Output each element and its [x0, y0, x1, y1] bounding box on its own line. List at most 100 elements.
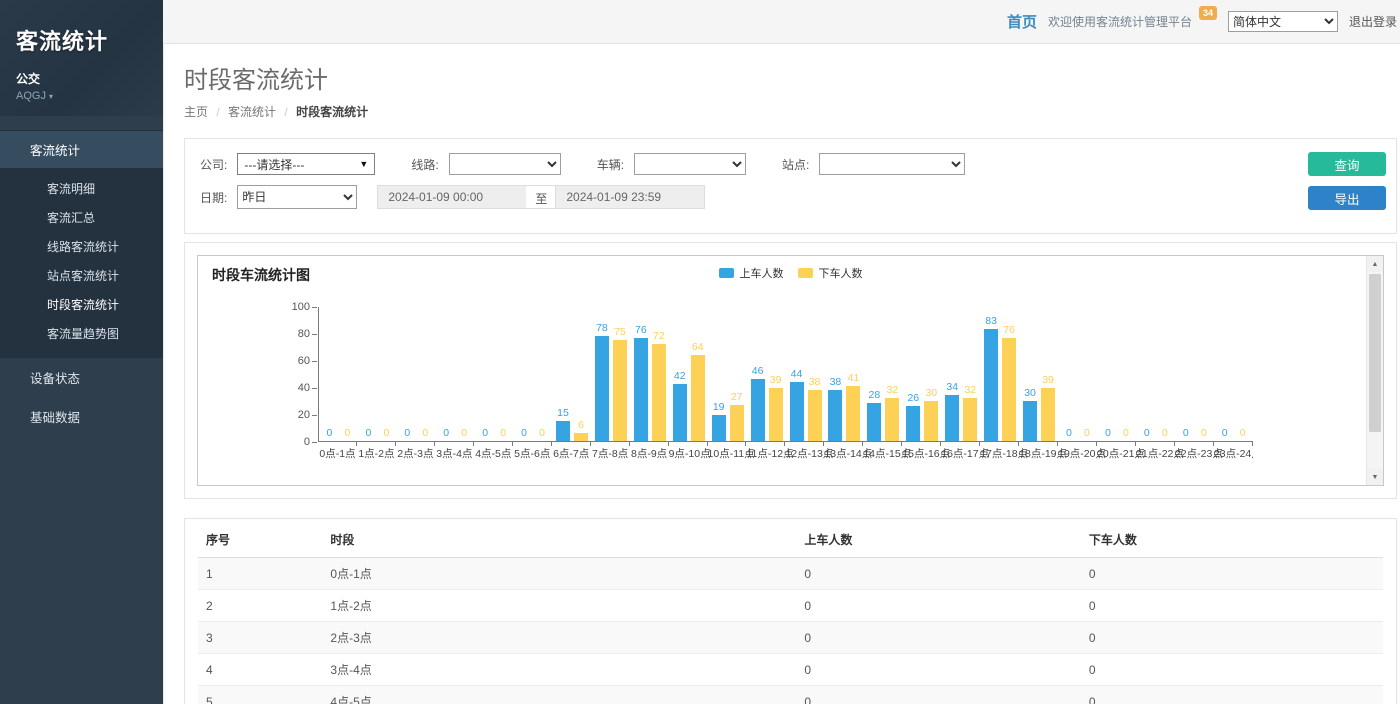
breadcrumb: 主页 / 客流统计 / 时段客流统计 — [184, 103, 1400, 120]
sidebar-item-trend-chart[interactable]: 客流量趋势图 — [0, 319, 163, 348]
table-cell: 0 — [796, 558, 1080, 590]
chart-scrollbar[interactable]: ▲ ▼ — [1366, 256, 1383, 485]
query-button[interactable]: 查询 — [1308, 152, 1386, 176]
y-axis-tick: 0 — [304, 436, 310, 449]
sidebar-item-device-status[interactable]: 设备状态 — [0, 358, 163, 397]
bar-alighting: 27 — [730, 405, 744, 441]
bar-boarding: 78 — [595, 336, 609, 441]
bar-value-label: 26 — [907, 392, 919, 404]
chart-panel: 时段车流统计图 上车人数下车人数 020406080100 0000000000… — [184, 242, 1397, 499]
company-label: 公司: — [200, 156, 227, 173]
bar-alighting: 6 — [574, 433, 588, 441]
legend-item: 上车人数 — [719, 265, 784, 281]
scrollbar-thumb[interactable] — [1369, 274, 1381, 432]
bar-group: 3432 — [942, 307, 981, 441]
bar-value-label: 0 — [1066, 427, 1072, 439]
bar-value-label: 27 — [731, 391, 743, 403]
x-axis-label: 21点-22点 — [1136, 442, 1175, 461]
x-axis-label: 20点-21点 — [1097, 442, 1136, 461]
bar-value-label: 0 — [404, 427, 410, 439]
table-row: 10点-1点00 — [198, 558, 1383, 590]
x-axis-label: 2点-3点 — [396, 442, 435, 461]
sidebar-item-period-stats[interactable]: 时段客流统计 — [0, 290, 163, 319]
table-body: 10点-1点0021点-2点0032点-3点0043点-4点0054点-5点00… — [198, 558, 1383, 704]
bar-group: 00 — [1214, 307, 1253, 441]
sidebar-item-passenger-detail[interactable]: 客流明细 — [0, 174, 163, 203]
scrollbar-up-arrow[interactable]: ▲ — [1367, 256, 1383, 272]
bar-value-label: 19 — [713, 401, 725, 413]
bar-boarding: 30 — [1023, 401, 1037, 442]
chart-y-axis: 020406080100 — [198, 307, 318, 442]
bar-boarding: 83 — [984, 329, 998, 441]
table-cell: 0点-1点 — [322, 558, 796, 590]
date-preset-select[interactable]: 昨日 — [237, 185, 357, 209]
bar-group: 3039 — [1020, 307, 1059, 441]
bar-group: 00 — [1136, 307, 1175, 441]
breadcrumb-passenger-stats[interactable]: 客流统计 — [228, 105, 276, 119]
sidebar-section-passenger-stats[interactable]: 客流统计 — [0, 130, 163, 168]
table-cell: 4点-5点 — [322, 686, 796, 704]
table-cell: 0 — [1081, 622, 1383, 654]
company-code-label: AQGJ — [16, 90, 46, 102]
breadcrumb-home[interactable]: 主页 — [184, 105, 208, 119]
table-cell: 2点-3点 — [322, 622, 796, 654]
header-boarding: 上车人数 — [796, 521, 1080, 558]
date-range-separator: 至 — [526, 185, 556, 209]
sidebar-submenu: 客流明细 客流汇总 线路客流统计 站点客流统计 时段客流统计 客流量趋势图 — [0, 168, 163, 358]
sidebar-item-passenger-summary[interactable]: 客流汇总 — [0, 203, 163, 232]
table-cell: 0 — [1081, 590, 1383, 622]
company-code-dropdown[interactable]: AQGJ ▾ — [16, 90, 149, 102]
line-label: 线路: — [411, 156, 438, 173]
scrollbar-track[interactable] — [1367, 272, 1383, 469]
x-axis-label: 10点-11点 — [708, 442, 747, 461]
sidebar-item-station-stats[interactable]: 站点客流统计 — [0, 261, 163, 290]
x-axis-label: 15点-16点 — [902, 442, 941, 461]
export-button[interactable]: 导出 — [1308, 186, 1386, 210]
table-row: 32点-3点00 — [198, 622, 1383, 654]
bar-group: 3841 — [825, 307, 864, 441]
x-axis-label: 9点-10点 — [669, 442, 708, 461]
company-select[interactable]: ---请选择--- ▼ — [237, 153, 375, 175]
vehicle-filter: 车辆: — [597, 153, 746, 175]
bar-group: 4264 — [669, 307, 708, 441]
chart-title: 时段车流统计图 — [212, 267, 310, 283]
home-link[interactable]: 首页 — [1007, 11, 1037, 32]
logout-link[interactable]: 退出登录 — [1349, 13, 1397, 30]
bar-value-label: 0 — [1123, 427, 1129, 439]
sidebar-item-base-data[interactable]: 基础数据 — [0, 397, 163, 436]
bar-boarding: 38 — [828, 390, 842, 441]
chevron-down-icon: ▾ — [49, 92, 53, 101]
bar-value-label: 0 — [461, 427, 467, 439]
x-axis-label: 13点-14点 — [824, 442, 863, 461]
table-cell: 0 — [796, 622, 1080, 654]
bar-group: 00 — [319, 307, 358, 441]
table-cell: 3 — [198, 622, 322, 654]
bar-alighting: 32 — [885, 398, 899, 441]
scrollbar-down-arrow[interactable]: ▼ — [1367, 469, 1383, 485]
bar-boarding: 26 — [906, 406, 920, 441]
x-axis-label: 11点-12点 — [746, 442, 785, 461]
bar-value-label: 0 — [443, 427, 449, 439]
table-cell: 0 — [796, 686, 1080, 704]
bar-value-label: 0 — [1240, 427, 1246, 439]
bar-group: 00 — [1059, 307, 1098, 441]
date-to-input[interactable] — [555, 185, 705, 209]
language-select[interactable]: 简体中文 — [1228, 11, 1338, 32]
x-axis-label: 17点-18点 — [980, 442, 1019, 461]
bar-group: 2832 — [864, 307, 903, 441]
bar-value-label: 6 — [578, 419, 584, 431]
bar-value-label: 0 — [1105, 427, 1111, 439]
station-select[interactable] — [819, 153, 965, 175]
y-axis-tick: 60 — [298, 355, 310, 368]
period-stats-table: 序号 时段 上车人数 下车人数 10点-1点0021点-2点0032点-3点00… — [198, 521, 1383, 704]
table-row: 43点-4点00 — [198, 654, 1383, 686]
bar-boarding: 15 — [556, 421, 570, 441]
table-cell: 0 — [796, 590, 1080, 622]
date-from-input[interactable] — [377, 185, 527, 209]
vehicle-select[interactable] — [634, 153, 746, 175]
sidebar-item-line-stats[interactable]: 线路客流统计 — [0, 232, 163, 261]
page-title: 时段客流统计 — [184, 60, 1400, 95]
bar-alighting: 30 — [924, 401, 938, 442]
bar-value-label: 0 — [1144, 427, 1150, 439]
line-select[interactable] — [449, 153, 561, 175]
